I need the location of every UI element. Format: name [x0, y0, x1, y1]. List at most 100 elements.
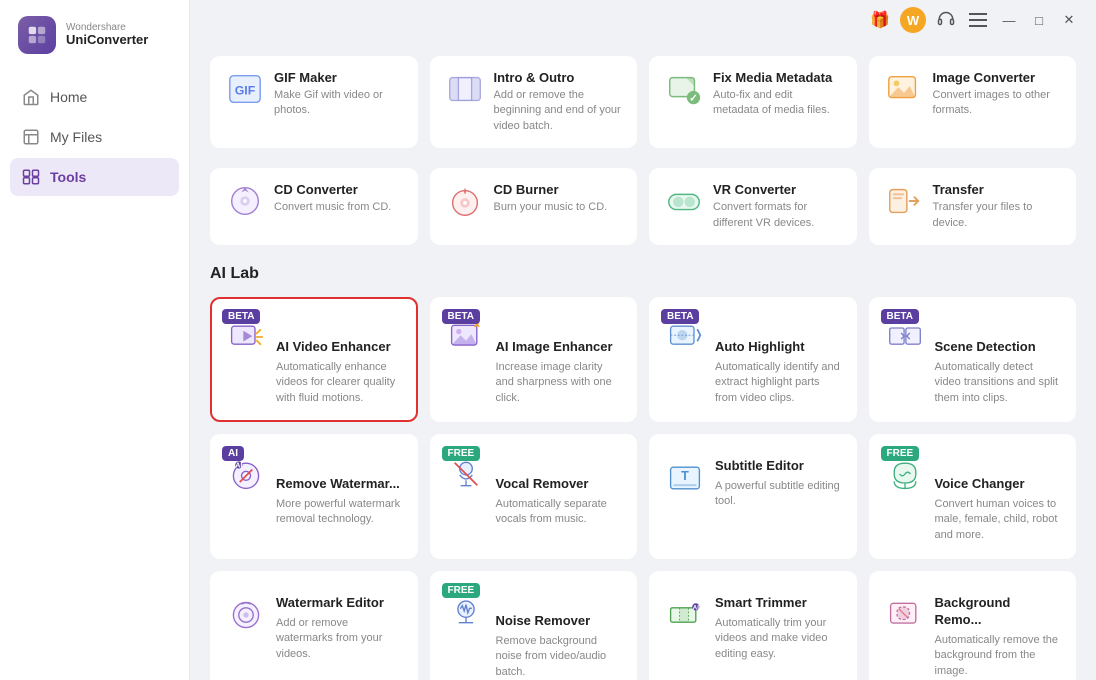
- cd-burner-desc: Burn your music to CD.: [494, 200, 608, 215]
- titlebar: 🎁 W — □ ✕: [190, 0, 1096, 40]
- tool-card-remove-watermark[interactable]: AI AI Remove Watermar... More powe: [210, 434, 418, 559]
- sidebar-item-tools-label: Tools: [50, 169, 86, 185]
- cd-burner-title: CD Burner: [494, 182, 608, 197]
- tool-card-watermark-editor[interactable]: Watermark Editor Add or remove watermark…: [210, 571, 418, 680]
- background-remover-title: Background Remo...: [935, 595, 1061, 629]
- fix-media-metadata-desc: Auto-fix and edit metadata of media file…: [713, 88, 841, 119]
- vocal-remover-badge: Free: [442, 446, 481, 461]
- cd-burner-icon: [446, 182, 484, 220]
- auto-highlight-title: Auto Highlight: [715, 339, 841, 356]
- voice-changer-desc: Convert human voices to male, female, ch…: [935, 497, 1061, 543]
- scene-detection-desc: Automatically detect video transitions a…: [935, 360, 1061, 406]
- remove-watermark-title: Remove Watermar...: [276, 476, 402, 493]
- tool-card-subtitle-editor[interactable]: T Subtitle Editor A powerful subtitle ed…: [649, 434, 857, 559]
- watermark-editor-icon: [226, 595, 266, 635]
- ai-video-enhancer-badge: Beta: [222, 309, 260, 324]
- watermark-editor-desc: Add or remove watermarks from your video…: [276, 616, 402, 662]
- auto-highlight-badge: Beta: [661, 309, 699, 324]
- sidebar-item-home[interactable]: Home: [10, 78, 179, 116]
- transfer-title: Transfer: [933, 182, 1061, 197]
- sidebar: Wondershare UniConverter Home My Fil: [0, 0, 190, 680]
- image-converter-icon: [885, 70, 923, 108]
- ai-lab-section-label: AI Lab: [210, 265, 1076, 283]
- subtitle-editor-desc: A powerful subtitle editing tool.: [715, 479, 841, 510]
- menu-button[interactable]: [966, 8, 990, 32]
- svg-text:GIF: GIF: [235, 84, 256, 98]
- sidebar-item-my-files-label: My Files: [50, 129, 102, 145]
- logo-name: UniConverter: [66, 33, 148, 47]
- image-converter-desc: Convert images to other formats.: [933, 88, 1061, 119]
- tool-card-image-converter[interactable]: Image Converter Convert images to other …: [869, 56, 1077, 148]
- noise-remover-desc: Remove background noise from video/audio…: [496, 634, 622, 680]
- tools-icon: [22, 168, 40, 186]
- tool-card-cd-burner[interactable]: CD Burner Burn your music to CD.: [430, 168, 638, 245]
- tool-card-voice-changer[interactable]: Free Voice Changer Convert human voices …: [869, 434, 1077, 559]
- svg-text:✓: ✓: [689, 93, 698, 104]
- fix-media-metadata-title: Fix Media Metadata: [713, 70, 841, 85]
- ai-image-enhancer-badge: Beta: [442, 309, 480, 324]
- scene-detection-badge: Beta: [881, 309, 919, 324]
- vr-converter-desc: Convert formats for different VR devices…: [713, 200, 841, 231]
- cd-converter-desc: Convert music from CD.: [274, 200, 391, 215]
- background-remover-icon: [885, 595, 925, 635]
- cd-converter-icon: [226, 182, 264, 220]
- vocal-remover-desc: Automatically separate vocals from music…: [496, 497, 622, 528]
- fix-media-metadata-icon: ✓: [665, 70, 703, 108]
- titlebar-actions: 🎁 W — □ ✕: [868, 7, 1080, 33]
- remove-watermark-badge: AI: [222, 446, 244, 461]
- tool-card-cd-converter[interactable]: CD Converter Convert music from CD.: [210, 168, 418, 245]
- logo-text: Wondershare UniConverter: [66, 22, 148, 47]
- tool-card-vr-converter[interactable]: VR Converter Convert formats for differe…: [649, 168, 857, 245]
- tool-card-scene-detection[interactable]: Beta Scene Detection Automatically detec…: [869, 297, 1077, 422]
- headphone-button[interactable]: [934, 8, 958, 32]
- noise-remover-badge: Free: [442, 583, 481, 598]
- ai-image-enhancer-desc: Increase image clarity and sharpness wit…: [496, 360, 622, 406]
- tool-card-smart-trimmer[interactable]: AI Smart Trimmer Automatically trim your…: [649, 571, 857, 680]
- gif-maker-desc: Make Gif with video or photos.: [274, 88, 402, 119]
- tool-card-transfer[interactable]: Transfer Transfer your files to device.: [869, 168, 1077, 245]
- user-avatar[interactable]: W: [900, 7, 926, 33]
- close-button[interactable]: ✕: [1058, 9, 1080, 31]
- subtitle-editor-title: Subtitle Editor: [715, 458, 841, 475]
- ai-video-enhancer-title: AI Video Enhancer: [276, 339, 402, 356]
- noise-remover-title: Noise Remover: [496, 613, 622, 630]
- auto-highlight-desc: Automatically identify and extract highl…: [715, 360, 841, 406]
- tool-card-background-remover[interactable]: Background Remo... Automatically remove …: [869, 571, 1077, 680]
- ai-video-enhancer-desc: Automatically enhance videos for clearer…: [276, 360, 402, 406]
- transfer-icon: [885, 182, 923, 220]
- scroll-area[interactable]: GIF GIF Maker Make Gif with video or pho…: [190, 40, 1096, 680]
- tool-card-auto-highlight[interactable]: Beta Auto Highlight Automatically identi…: [649, 297, 857, 422]
- gif-maker-icon: GIF: [226, 70, 264, 108]
- remove-watermark-desc: More powerful watermark removal technolo…: [276, 497, 402, 528]
- svg-text:T: T: [681, 469, 689, 483]
- tool-card-ai-video-enhancer[interactable]: Beta AI Video Enhancer Automatically enh…: [210, 297, 418, 422]
- tool-card-fix-media-metadata[interactable]: ✓ Fix Media Metadata Auto-fix and edit m…: [649, 56, 857, 148]
- vr-converter-icon: [665, 182, 703, 220]
- tool-card-noise-remover[interactable]: Free Noise Remover Remove background noi…: [430, 571, 638, 680]
- top-tools-grid-row2: CD Converter Convert music from CD.: [210, 168, 1076, 245]
- gif-maker-title: GIF Maker: [274, 70, 402, 85]
- tool-card-ai-image-enhancer[interactable]: Beta AI Image Enhancer Increase image cl…: [430, 297, 638, 422]
- tool-card-intro-outro[interactable]: Intro & Outro Add or remove the beginnin…: [430, 56, 638, 148]
- sidebar-item-tools[interactable]: Tools: [10, 158, 179, 196]
- smart-trimmer-title: Smart Trimmer: [715, 595, 841, 612]
- home-icon: [22, 88, 40, 106]
- sidebar-item-my-files[interactable]: My Files: [10, 118, 179, 156]
- voice-changer-title: Voice Changer: [935, 476, 1061, 493]
- scene-detection-title: Scene Detection: [935, 339, 1061, 356]
- ai-lab-grid: Beta AI Video Enhancer Automatically enh…: [210, 297, 1076, 680]
- top-tools-grid-row1: GIF GIF Maker Make Gif with video or pho…: [210, 56, 1076, 148]
- logo-icon: [18, 16, 56, 54]
- transfer-desc: Transfer your files to device.: [933, 200, 1061, 231]
- image-converter-title: Image Converter: [933, 70, 1061, 85]
- minimize-button[interactable]: —: [998, 9, 1020, 31]
- maximize-button[interactable]: □: [1028, 9, 1050, 31]
- tool-card-gif-maker[interactable]: GIF GIF Maker Make Gif with video or pho…: [210, 56, 418, 148]
- watermark-editor-title: Watermark Editor: [276, 595, 402, 612]
- smart-trimmer-icon: AI: [665, 595, 705, 635]
- sidebar-item-home-label: Home: [50, 89, 87, 105]
- ai-image-enhancer-title: AI Image Enhancer: [496, 339, 622, 356]
- intro-outro-icon: [446, 70, 484, 108]
- tool-card-vocal-remover[interactable]: Free Vocal Remover Automatically: [430, 434, 638, 559]
- gift-button[interactable]: 🎁: [868, 8, 892, 32]
